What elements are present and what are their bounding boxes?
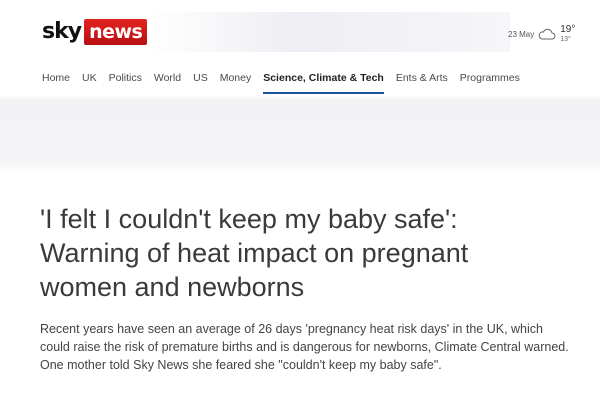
sky-news-logo[interactable]: sky news: [42, 18, 148, 46]
nav-item-uk[interactable]: UK: [82, 70, 97, 92]
nav-item-home[interactable]: Home: [42, 70, 70, 92]
logo-news-badge: news: [84, 19, 148, 45]
main-navigation: Home UK Politics World US Money Science,…: [42, 70, 532, 98]
logo-sky-text: sky: [42, 19, 82, 44]
cloud-icon: [538, 28, 556, 40]
nav-item-ents-arts[interactable]: Ents & Arts: [396, 70, 448, 92]
article-headline: 'I felt I couldn't keep my baby safe': W…: [40, 204, 469, 302]
nav-item-science-climate-tech[interactable]: Science, Climate & Tech: [263, 70, 384, 94]
temperature-high: 19°: [560, 24, 576, 35]
nav-item-world[interactable]: World: [154, 70, 181, 92]
nav-item-politics[interactable]: Politics: [109, 70, 142, 92]
site-header: sky news 23 May 19° 13° Home UK Politics…: [0, 0, 600, 172]
weather-date: 23 May: [508, 29, 535, 39]
nav-item-us[interactable]: US: [193, 70, 208, 92]
nav-item-programmes[interactable]: Programmes: [460, 70, 520, 92]
nav-item-money[interactable]: Money: [220, 70, 252, 92]
weather-temperatures: 19° 13°: [560, 24, 576, 44]
header-background-band: [150, 12, 510, 52]
temperature-low: 13°: [560, 36, 571, 43]
weather-widget[interactable]: 23 May 19° 13°: [508, 20, 575, 48]
article-standfirst: Recent years have seen an average of 26 …: [40, 322, 569, 372]
